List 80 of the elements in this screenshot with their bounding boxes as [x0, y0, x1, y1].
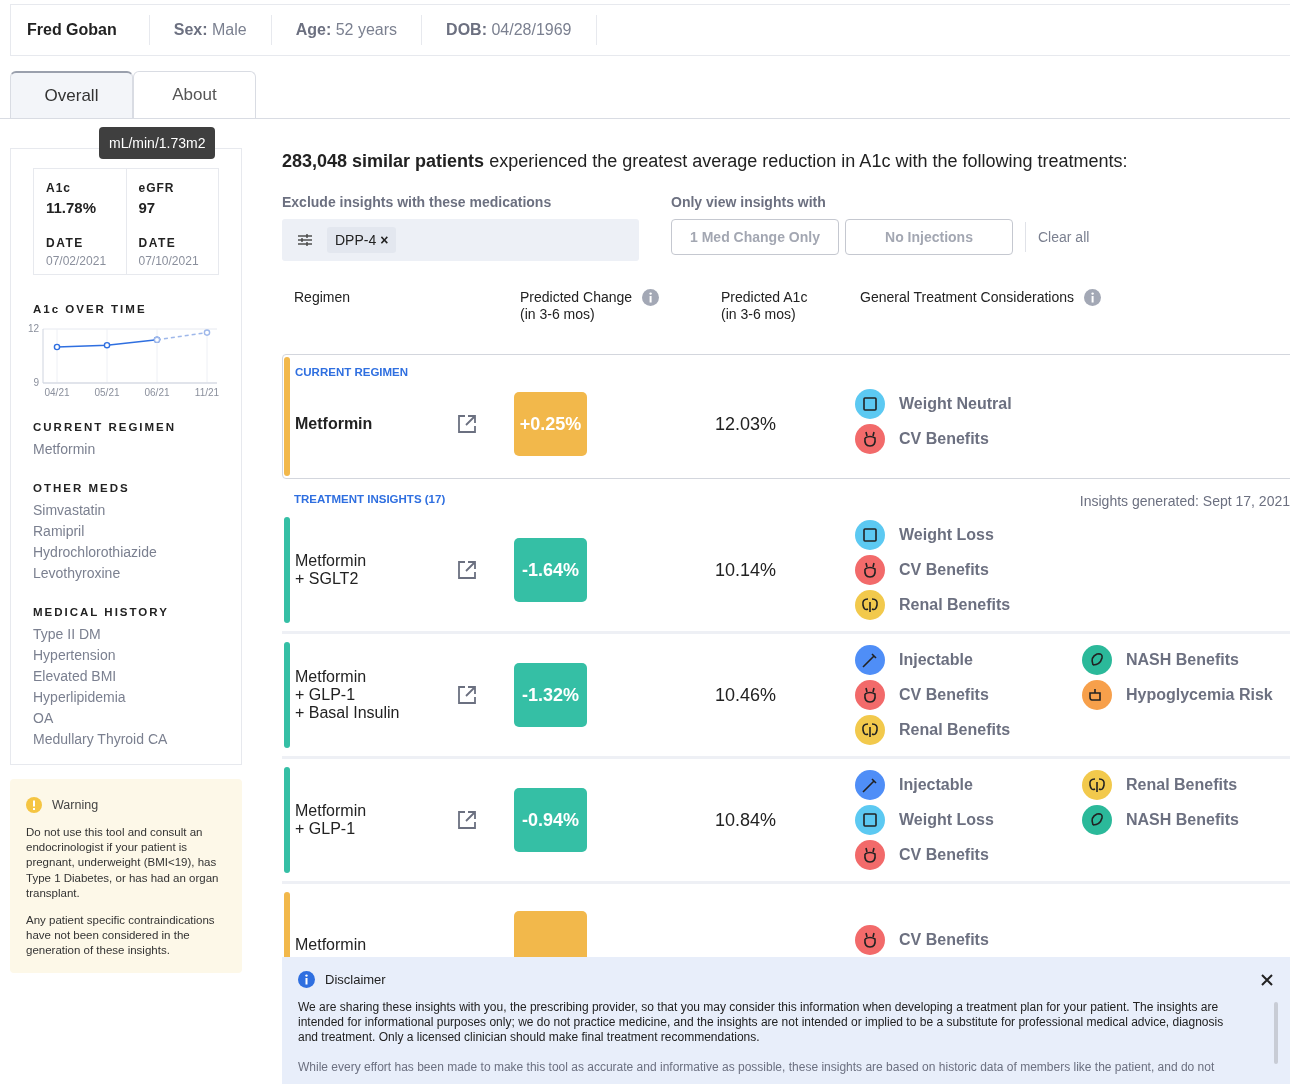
x-tick-label: 04/21 — [44, 387, 70, 398]
list-item: Type II DM — [33, 625, 102, 644]
consideration-label: NASH Benefits — [1126, 811, 1239, 829]
list-item: Elevated BMI — [33, 667, 118, 686]
x-tick-label: 05/21 — [94, 387, 120, 398]
regimen-name: Metformin — [295, 936, 367, 954]
disclaimer-text: While every effort has been made to make this tool as accurate and informative as possible, these insights are based on historic data of members like the patient, and do not — [298, 1060, 1216, 1075]
list-item: Medullary Thyroid CA — [33, 730, 169, 749]
list-item: Hyperlipidemia — [33, 688, 127, 707]
lab-name: eGFR — [138, 181, 176, 195]
chart-title: A1c OVER TIME — [33, 303, 148, 315]
section-heading: TREATMENT INSIGHTS (17) — [293, 493, 446, 507]
consideration-label: NASH Benefits — [1126, 651, 1239, 669]
patient-field: Age: 52 years — [271, 15, 423, 45]
x-tick-label: 06/21 — [144, 387, 170, 398]
list-item: Ramipril — [33, 522, 86, 541]
column-header: General Treatment Considerations — [860, 289, 1074, 306]
predicted-change-badge: -0.94% — [514, 788, 587, 852]
predicted-a1c: 10.46% — [715, 684, 777, 705]
consideration-label: Hypoglycemia Risk — [1126, 686, 1273, 704]
disclaimer-text: We are sharing these insights with you, the prescribing provider, so that you may consider this information when developing a treatment plan for your patient. The insights are intended for informational purposes only; we do not practice medicine, and the insights are not intended or implied to be a substitute for professional medical advice, diagnosis and treatment. Only a licensed clinician should make final treatment recommendations. — [298, 1000, 1225, 1045]
lab-value: 11.78% — [46, 199, 98, 216]
list-item: Simvastatin — [33, 501, 107, 520]
consideration-label: Weight Loss — [899, 526, 994, 544]
list-item: Hydrochlorothiazide — [33, 543, 158, 562]
consideration-label: Renal Benefits — [899, 596, 1011, 614]
filter-label: Exclude insights with these medications — [282, 194, 553, 210]
predicted-a1c: 12.03% — [715, 413, 777, 434]
consideration-label: CV Benefits — [899, 561, 989, 579]
lab-date: 07/02/2021 — [46, 254, 108, 268]
list-item: OA — [33, 709, 55, 728]
list-item: Hypertension — [33, 646, 117, 665]
tooltip: mL/min/1.73m2 — [99, 127, 216, 159]
column-header: Predicted A1c (in 3-6 mos) — [721, 289, 808, 323]
consideration-label: Injectable — [899, 651, 973, 669]
predicted-a1c: 10.14% — [715, 559, 777, 580]
regimen-name: Metformin — [295, 415, 373, 433]
predicted-change-badge: +0.25% — [514, 392, 587, 456]
warning-title: Warning — [52, 798, 99, 812]
lab-name: A1c — [46, 181, 72, 195]
section-heading: MEDICAL HISTORY — [33, 606, 170, 618]
section-heading: OTHER MEDS — [33, 482, 131, 494]
regimen-name: Metformin + GLP-1 — [295, 802, 367, 838]
consideration-label: CV Benefits — [899, 931, 989, 949]
x-tick-label: 11/21 — [194, 387, 220, 398]
lab-date: 07/10/2021 — [138, 254, 200, 268]
generated-date: Insights generated: Sept 17, 2021 — [1079, 493, 1290, 509]
consideration-label: CV Benefits — [899, 686, 989, 704]
lab-value: 97 — [138, 199, 157, 216]
consideration-label: CV Benefits — [899, 430, 989, 448]
disclaimer-title: Disclaimer — [325, 972, 386, 987]
consideration-label: Injectable — [899, 776, 973, 794]
summary-headline: 283,048 similar patients experienced the greatest average reduction in A1c with the following treatments: — [282, 151, 1129, 172]
date-label: DATE — [138, 236, 178, 250]
column-header: Regimen — [294, 289, 351, 306]
filter-label: Only view insights with — [671, 194, 827, 210]
regimen-name: Metformin + GLP-1 + Basal Insulin — [295, 668, 400, 722]
consideration-label: Weight Neutral — [899, 395, 1012, 413]
regimen-name: Metformin + SGLT2 — [295, 552, 367, 588]
warning-text: Do not use this tool and consult an endocrinologist if your patient is pregnant, underweight (BMI<19), has Type 1 Diabetes, or has had an organ transplant. — [26, 825, 220, 901]
column-header: Predicted Change (in 3-6 mos) — [520, 289, 633, 323]
list-item: Levothyroxine — [33, 564, 122, 583]
patient-name: Fred Goban — [11, 15, 150, 45]
consideration-label: Renal Benefits — [899, 721, 1011, 739]
list-item: Metformin — [33, 440, 97, 459]
consideration-label: CV Benefits — [899, 846, 989, 864]
date-label: DATE — [46, 236, 85, 250]
predicted-change-badge: -1.32% — [514, 663, 587, 727]
patient-field: DOB: 04/28/1969 — [422, 15, 597, 45]
consideration-label: Renal Benefits — [1126, 776, 1238, 794]
predicted-a1c: 10.84% — [715, 809, 777, 830]
section-heading: CURRENT REGIMEN — [294, 366, 409, 378]
y-tick-label: 9 — [33, 377, 40, 388]
section-heading: CURRENT REGIMEN — [33, 421, 178, 433]
patient-field: Sex: Male — [149, 15, 272, 45]
warning-text: Any patient specific contraindications have not been considered in the generation of these insights. — [26, 913, 216, 959]
y-tick-label: 12 — [27, 323, 40, 334]
consideration-label: Weight Loss — [899, 811, 994, 829]
medication-chip: DPP-4 × — [327, 227, 397, 253]
predicted-change-badge: -1.64% — [514, 538, 587, 602]
